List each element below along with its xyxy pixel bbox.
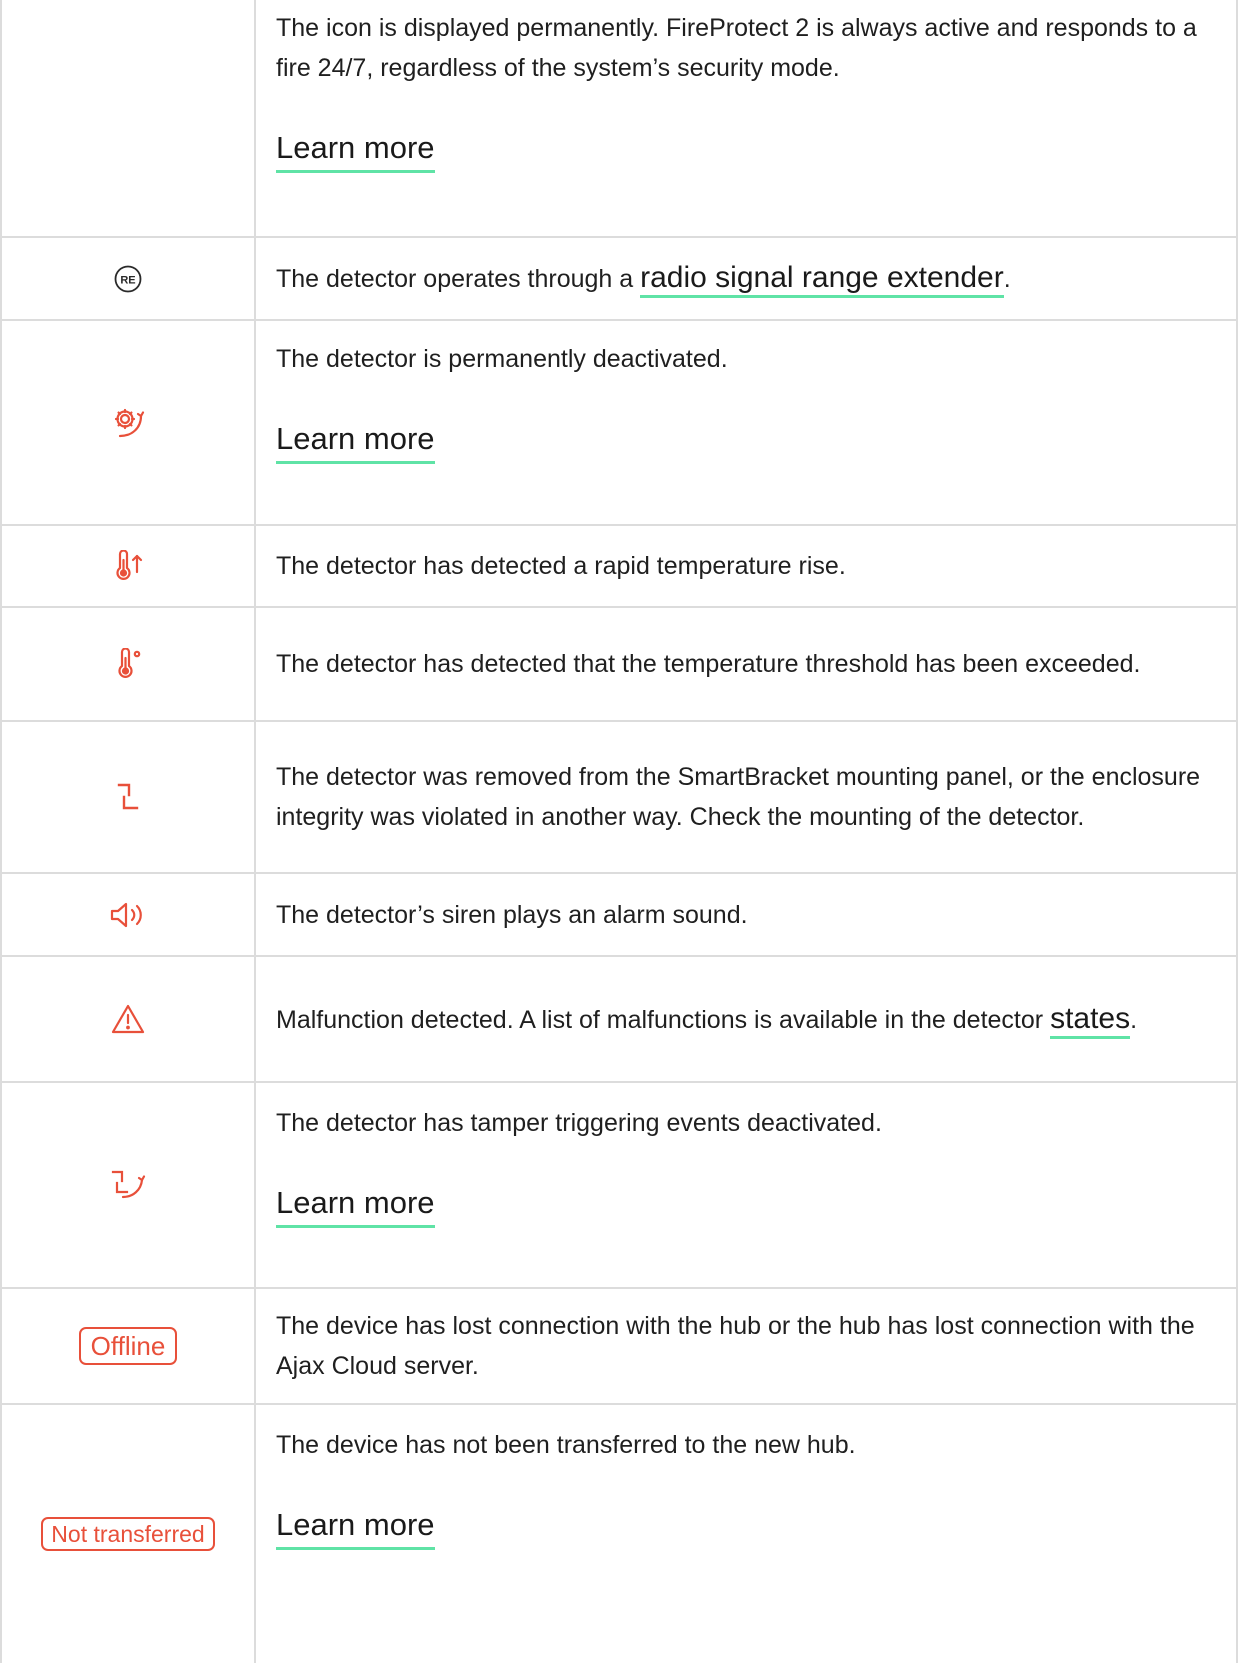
- icon-cell: [0, 1083, 256, 1287]
- description-prefix: Malfunction detected. A list of malfunct…: [276, 1005, 1051, 1034]
- learn-more-link[interactable]: Learn more: [276, 419, 435, 464]
- text-cell: The detector has detected that the tempe…: [256, 608, 1238, 720]
- tamper-deactivated-icon: [109, 1168, 147, 1202]
- text-cell: The detector has tamper triggering event…: [256, 1083, 1238, 1287]
- thermometer-threshold-icon: [113, 648, 143, 680]
- row-description: The device has lost connection with the …: [276, 1312, 1195, 1380]
- row-description: The detector operates through a radio si…: [276, 258, 1202, 299]
- warning-icon: [110, 1003, 146, 1035]
- icon-cell: [0, 957, 256, 1081]
- text-cell: The detector is permanently deactivated.…: [256, 321, 1238, 524]
- icon-cell: [0, 526, 256, 606]
- description-suffix: .: [1130, 1005, 1138, 1034]
- table-row: The detector has tamper triggering event…: [0, 1083, 1238, 1289]
- range-extender-link[interactable]: radio signal range extender: [640, 261, 1004, 298]
- text-cell: The detector’s siren plays an alarm soun…: [256, 874, 1238, 955]
- text-cell: The detector has detected a rapid temper…: [256, 526, 1238, 606]
- row-description: The detector has tamper triggering event…: [276, 1109, 882, 1137]
- learn-more-link[interactable]: Learn more: [276, 1183, 435, 1228]
- gear-deactivated-icon: [110, 406, 146, 440]
- description-prefix: The detector operates through a: [276, 265, 641, 293]
- table-row: The detector was removed from the SmartB…: [0, 722, 1238, 874]
- icon-cell: RE: [0, 238, 256, 319]
- not-transferred-badge: Not transferred: [41, 1517, 215, 1551]
- learn-more-link[interactable]: Learn more: [276, 1505, 435, 1550]
- icon-cell: Not transferred: [0, 1405, 256, 1663]
- icon-cell: [0, 321, 256, 524]
- table-row: The detector’s siren plays an alarm soun…: [0, 874, 1238, 957]
- icon-cell: [0, 0, 256, 236]
- svg-text:RE: RE: [120, 274, 135, 286]
- icon-cell: [0, 874, 256, 955]
- row-description: The detector’s siren plays an alarm soun…: [276, 900, 748, 929]
- table-row: The detector has detected that the tempe…: [0, 608, 1238, 722]
- row-description: The detector has detected that the tempe…: [276, 650, 1141, 678]
- table-row: The icon is displayed permanently. FireP…: [0, 0, 1238, 238]
- offline-badge: Offline: [78, 1327, 178, 1365]
- row-description: The icon is displayed permanently. FireP…: [276, 14, 1197, 82]
- siren-icon: [109, 900, 147, 930]
- learn-more-link[interactable]: Learn more: [276, 128, 435, 173]
- table-row: Offline The device has lost connection w…: [0, 1289, 1238, 1405]
- range-extender-icon: RE: [114, 265, 142, 293]
- table-row: Not transferred The device has not been …: [0, 1405, 1238, 1663]
- row-description: Malfunction detected. A list of malfunct…: [276, 999, 1202, 1040]
- table-row: Malfunction detected. A list of malfunct…: [0, 957, 1238, 1083]
- description-suffix: .: [1003, 265, 1011, 293]
- table-row: RE The detector operates through a radio…: [0, 238, 1238, 321]
- text-cell: Malfunction detected. A list of malfunct…: [256, 957, 1238, 1081]
- row-description: The detector is permanently deactivated.: [276, 345, 728, 373]
- row-description: The device has not been transferred to t…: [276, 1431, 856, 1459]
- table-row: The detector is permanently deactivated.…: [0, 321, 1238, 526]
- text-cell: The device has lost connection with the …: [256, 1289, 1238, 1403]
- text-cell: The icon is displayed permanently. FireP…: [256, 0, 1238, 236]
- icon-cell: [0, 722, 256, 872]
- text-cell: The detector operates through a radio si…: [256, 238, 1238, 319]
- row-description: The detector was removed from the SmartB…: [276, 763, 1201, 831]
- row-description: The detector has detected a rapid temper…: [276, 552, 846, 580]
- tamper-icon: [115, 782, 141, 812]
- thermometer-rise-icon: [111, 550, 145, 582]
- table-row: The detector has detected a rapid temper…: [0, 526, 1238, 608]
- icon-cell: Offline: [0, 1289, 256, 1403]
- states-link[interactable]: states: [1050, 1001, 1131, 1039]
- text-cell: The device has not been transferred to t…: [256, 1405, 1238, 1663]
- text-cell: The detector was removed from the SmartB…: [256, 722, 1238, 872]
- icon-cell: [0, 608, 256, 720]
